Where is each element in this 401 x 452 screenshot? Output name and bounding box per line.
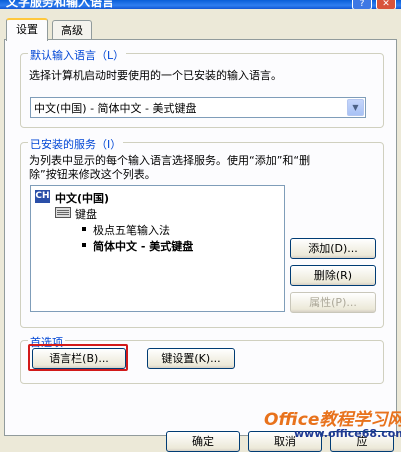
tree-item-service[interactable]: 极点五笔输入法 xyxy=(93,222,170,238)
remove-button[interactable]: 删除(R) xyxy=(290,265,376,286)
services-description-line2: 除”按钮来修改这个列表。 xyxy=(29,168,156,181)
keyboard-icon xyxy=(55,207,71,218)
properties-button[interactable]: 属性(P)... xyxy=(290,292,376,313)
watermark: Office教程学习网 www.office68.com xyxy=(254,401,401,449)
highlight-box xyxy=(28,344,128,371)
default-language-select[interactable]: 中文(中国) - 简体中文 - 美式键盘 ▼ xyxy=(30,97,366,118)
key-settings-button[interactable]: 键设置(K)... xyxy=(147,348,235,369)
tree-item-keyboard[interactable]: 键盘 xyxy=(75,206,97,222)
installed-services-legend: 已安装的服务（I） xyxy=(28,136,124,152)
help-button[interactable]: ? xyxy=(352,0,372,9)
default-language-legend: 默认输入语言（L） xyxy=(28,47,127,63)
watermark-url: www.office68.com xyxy=(294,427,401,440)
close-button[interactable]: ✕ xyxy=(376,0,396,9)
chevron-down-icon[interactable]: ▼ xyxy=(347,99,364,116)
language-ch-icon: CH xyxy=(35,190,50,203)
services-tree[interactable]: CH 中文(中国) 键盘 极点五笔输入法 简体中文 - 美式键盘 xyxy=(30,185,285,312)
title-bar: 文字服务和输入语言 ? ✕ xyxy=(0,0,401,9)
tree-item-service[interactable]: 简体中文 - 美式键盘 xyxy=(93,238,193,254)
tab-settings[interactable]: 设置 xyxy=(6,18,48,41)
default-language-description: 选择计算机启动时要使用的一个已安装的输入语言。 xyxy=(29,69,282,82)
window-title: 文字服务和输入语言 xyxy=(6,0,115,9)
add-button[interactable]: 添加(D)... xyxy=(290,238,376,259)
bullet-icon xyxy=(82,243,86,247)
bullet-icon xyxy=(82,227,86,231)
tree-item-language[interactable]: 中文(中国) xyxy=(55,190,109,206)
tab-advanced[interactable]: 高级 xyxy=(52,20,92,40)
default-language-value: 中文(中国) - 简体中文 - 美式键盘 xyxy=(34,102,197,115)
